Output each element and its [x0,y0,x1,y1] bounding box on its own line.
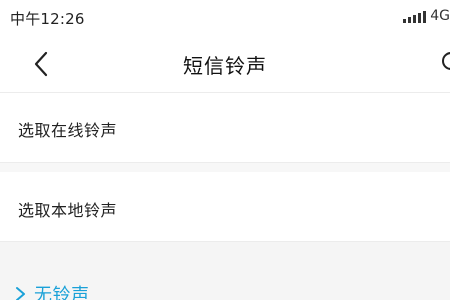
page-title: 短信铃声 [183,54,267,78]
no-ringtone-option[interactable]: 无铃声 [14,281,90,300]
status-indicators: 4G [403,9,450,23]
section-divider [0,163,450,172]
search-button[interactable] [440,50,450,76]
status-bar: 中午12:26 4G [0,0,450,36]
header: 短信铃声 [0,36,450,93]
chevron-right-icon [16,287,25,300]
list-item-local-ringtone[interactable]: 选取本地铃声 [0,172,450,242]
list-item-label: 选取在线铃声 [18,121,118,140]
list-item-online-ringtone[interactable]: 选取在线铃声 [0,93,450,163]
signal-strength-icon [403,11,427,23]
network-type-label: 4G [430,8,450,24]
search-icon [442,52,450,70]
no-ringtone-label: 无铃声 [34,285,90,300]
list-item-label: 选取本地铃声 [18,201,118,220]
screen: 中午12:26 4G 短信铃声 选取在线铃声 选取本地铃声 无铃声 [0,0,450,300]
status-time: 中午12:26 [10,10,85,28]
